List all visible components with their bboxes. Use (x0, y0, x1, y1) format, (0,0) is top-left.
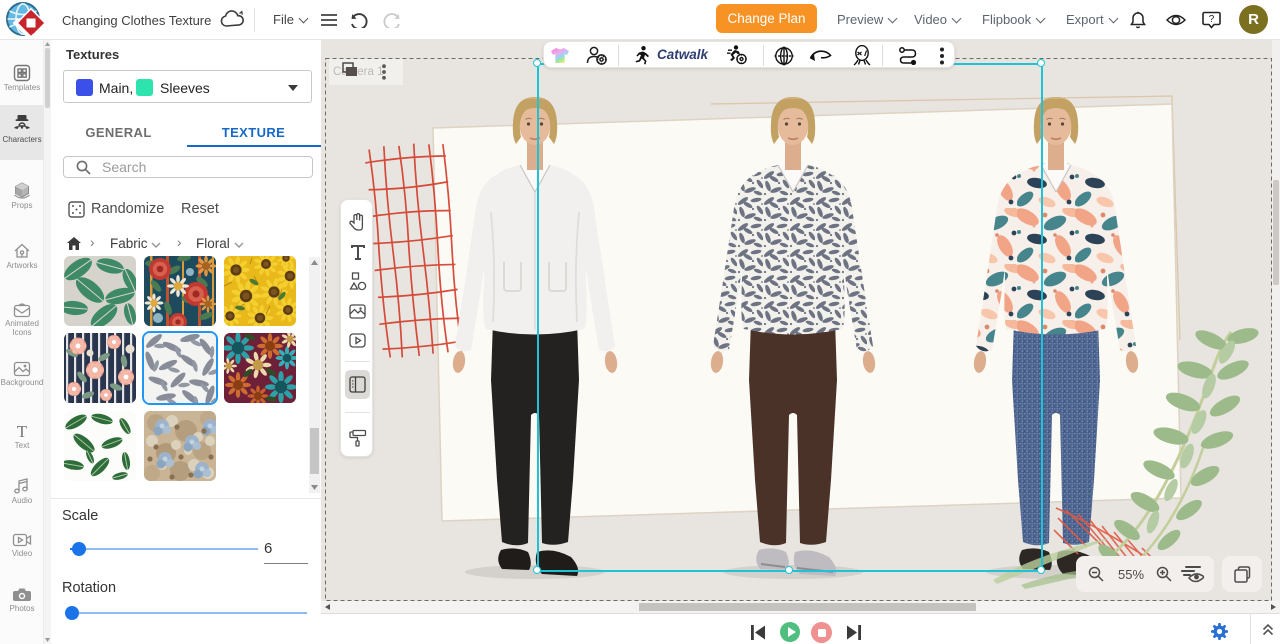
svg-text:?: ? (1209, 14, 1215, 25)
svg-text:T: T (17, 422, 28, 440)
